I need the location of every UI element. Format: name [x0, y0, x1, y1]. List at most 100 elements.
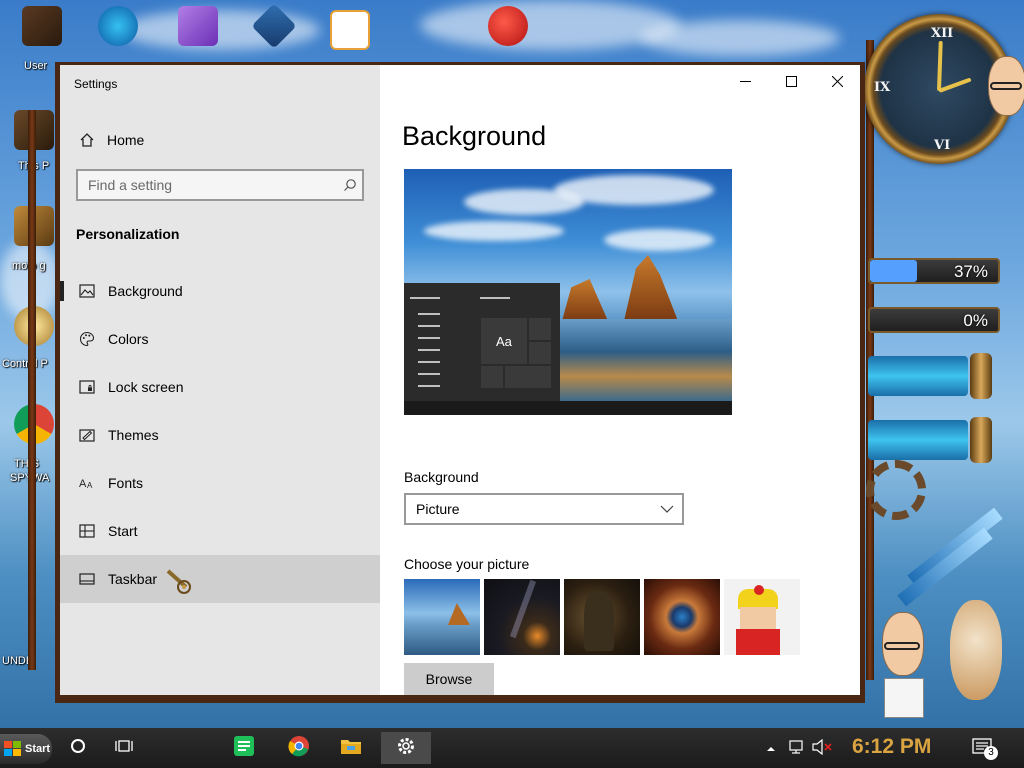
steampunk-cursor-icon: [166, 567, 194, 595]
start-label: Start: [25, 743, 51, 755]
sidebar-item-label: Colors: [108, 331, 149, 347]
svg-text:A: A: [87, 481, 93, 490]
background-type-value: Picture: [416, 501, 460, 517]
cpu-gauge-fill: [870, 260, 918, 282]
chevron-down-icon: [660, 500, 674, 518]
preview-line: [418, 373, 440, 375]
sidebar-item-label: Lock screen: [108, 379, 184, 395]
notes-app-icon: [233, 735, 255, 762]
sidebar-item-taskbar[interactable]: Taskbar: [60, 555, 380, 603]
background-type-dropdown[interactable]: Picture: [404, 493, 684, 525]
task-view-icon: [115, 738, 133, 759]
rod-decoration: [907, 507, 1003, 587]
sidebar-item-lock-screen[interactable]: Lock screen: [60, 363, 380, 411]
picture-thumbnail[interactable]: [404, 579, 480, 655]
preview-line: [418, 325, 440, 327]
clock-minute-hand: [937, 40, 943, 92]
taskbar-clock[interactable]: 6:12 PM: [852, 735, 931, 759]
home-icon: [77, 130, 97, 150]
desktop-icon-label: User: [24, 60, 48, 72]
preview-line: [418, 313, 440, 315]
desktop-icon-user[interactable]: [14, 6, 70, 56]
home-link[interactable]: Home: [60, 125, 380, 155]
preview-tile: [528, 317, 552, 341]
sidebar-item-themes[interactable]: Themes: [60, 411, 380, 459]
preview-line: [418, 337, 440, 339]
taskbar-icon: [77, 569, 97, 589]
preview-sample-text: Aa: [496, 334, 512, 349]
preview-line: [418, 349, 440, 351]
settings-content: Background Aa Background Picture Choose …: [380, 65, 860, 695]
settings-window-body: Settings Home Personalization: [60, 65, 860, 695]
personalization-nav: Background Colors Lock screen Themes A A…: [60, 267, 380, 603]
preview-cloud: [424, 221, 564, 241]
cartoon-character: [878, 612, 928, 722]
search-box[interactable]: [76, 169, 364, 201]
cartoon-character: [988, 56, 1024, 166]
notification-center-button[interactable]: 3: [972, 738, 998, 763]
tray-chevron-up-icon[interactable]: [766, 741, 776, 759]
memory-gauge: 0%: [868, 307, 1000, 333]
preview-taskbar: [404, 401, 732, 415]
search-input[interactable]: [78, 177, 338, 193]
search-icon[interactable]: [338, 178, 362, 192]
sidebar-item-label: Fonts: [108, 475, 144, 491]
memory-gauge-value: 0%: [963, 311, 988, 330]
task-view-button[interactable]: [104, 732, 144, 764]
preview-line: [480, 297, 510, 299]
desktop-icon-edge[interactable]: [90, 6, 146, 56]
picture-thumbnail[interactable]: [644, 579, 720, 655]
desktop-cloud: [420, 0, 680, 50]
desktop-icon-apple[interactable]: [480, 6, 536, 56]
window-title: Settings: [74, 77, 118, 91]
taskbar-notes-app[interactable]: [224, 732, 264, 764]
preview-line: [418, 361, 440, 363]
desktop-icon-visual-studio[interactable]: [170, 6, 226, 56]
minimize-button[interactable]: [722, 65, 768, 97]
maximize-button[interactable]: [768, 65, 814, 97]
sidebar-item-label: Start: [108, 523, 138, 539]
close-button[interactable]: [814, 65, 860, 97]
desktop-icon-hxd[interactable]: [322, 10, 378, 60]
browse-button[interactable]: Browse: [404, 663, 494, 695]
notification-badge: 3: [984, 746, 998, 760]
preview-tile: [528, 341, 552, 365]
section-heading: Personalization: [76, 226, 180, 242]
sidebar-item-label: Taskbar: [108, 571, 158, 587]
sidebar-item-start[interactable]: Start: [60, 507, 380, 555]
start-icon: [77, 521, 97, 541]
choose-picture-label: Choose your picture: [404, 556, 530, 572]
picture-thumbnail[interactable]: [564, 579, 640, 655]
desktop-cloud: [640, 20, 840, 56]
preview-line: [410, 297, 440, 299]
taskbar-file-explorer[interactable]: [331, 732, 371, 764]
home-label: Home: [107, 132, 145, 148]
lock-screen-icon: [77, 377, 97, 397]
taskbar-chrome[interactable]: [279, 732, 319, 764]
sidebar-item-background[interactable]: Background: [60, 267, 380, 315]
desktop-icon-virtualbox[interactable]: [246, 3, 302, 56]
settings-sidebar: Settings Home Personalization: [60, 65, 380, 695]
preview-start-menu: Aa: [404, 283, 560, 401]
hamster-character: [944, 590, 1008, 706]
volume-muted-icon[interactable]: [812, 738, 832, 760]
cortana-button[interactable]: [58, 732, 98, 764]
taskbar-settings[interactable]: [381, 732, 431, 764]
desktop-icon-label: Control P: [2, 358, 48, 370]
picture-thumbnails: [404, 579, 800, 655]
picture-thumbnail[interactable]: [484, 579, 560, 655]
preview-tile: [504, 365, 552, 389]
tube-meter: [868, 420, 968, 460]
sidebar-item-fonts[interactable]: AA Fonts: [60, 459, 380, 507]
start-button[interactable]: Start: [0, 734, 52, 764]
background-type-label: Background: [404, 469, 479, 485]
page-title: Background: [402, 121, 547, 151]
palette-icon: [77, 329, 97, 349]
tube-cap: [970, 353, 992, 399]
network-icon[interactable]: [788, 739, 806, 760]
preview-line: [418, 385, 440, 387]
sidebar-item-colors[interactable]: Colors: [60, 315, 380, 363]
picture-thumbnail[interactable]: [724, 579, 800, 655]
sidebar-item-label: Themes: [108, 427, 159, 443]
gear-icon: [396, 736, 416, 761]
